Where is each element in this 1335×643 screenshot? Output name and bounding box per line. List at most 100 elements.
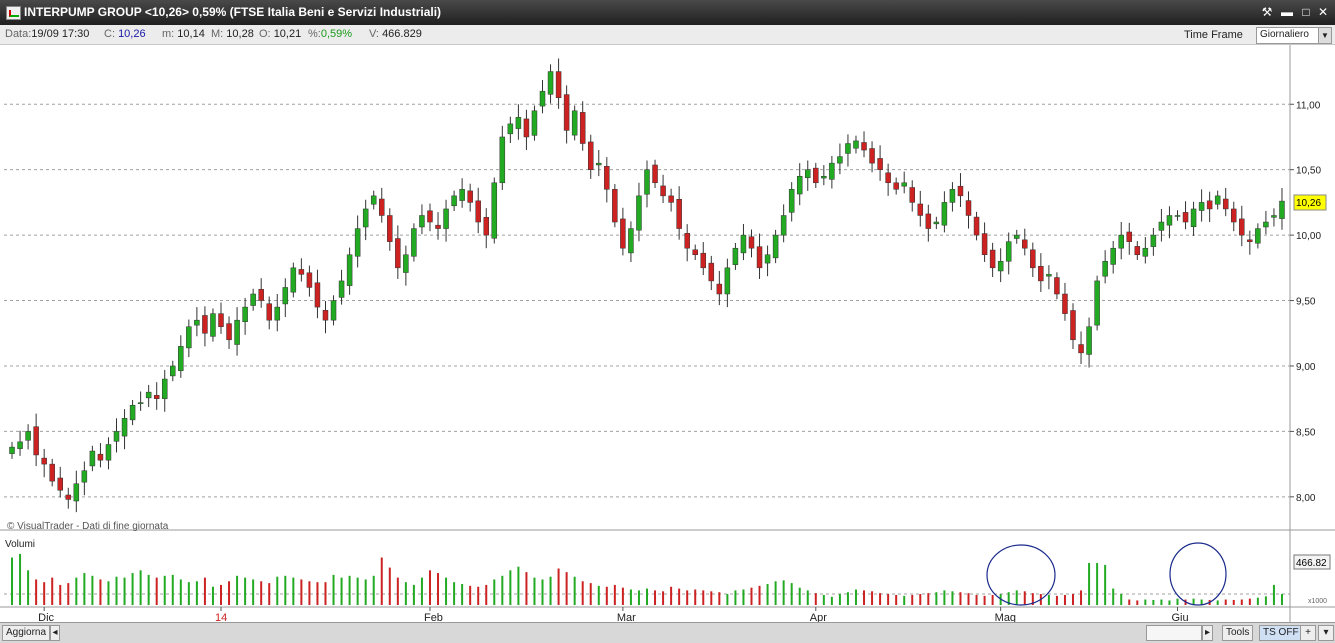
volume-bar <box>1104 564 1107 605</box>
volume-bar <box>1136 600 1139 605</box>
candle-body <box>57 477 63 491</box>
candle-body <box>1247 239 1253 242</box>
volume-bar <box>324 582 327 605</box>
candle-body <box>1030 249 1036 269</box>
volume-bar <box>1216 600 1219 605</box>
volume-bar <box>477 586 480 605</box>
volume-bar <box>445 577 448 605</box>
volume-bar <box>887 594 890 605</box>
candle-body <box>145 391 152 399</box>
volume-bar <box>1088 563 1091 605</box>
volume-bar <box>814 593 817 605</box>
scroll-right-button[interactable]: ▸ <box>1202 625 1213 641</box>
add-button[interactable]: + <box>1300 625 1316 641</box>
volume-bar <box>300 579 303 605</box>
volume-bar <box>220 584 222 605</box>
volume-bar <box>1112 588 1115 605</box>
volume-bar <box>718 592 721 605</box>
volume-bar <box>1168 600 1171 605</box>
x-tick-label: Mar <box>617 612 636 622</box>
close-button[interactable]: ✕ <box>1315 4 1331 20</box>
candle-body <box>137 402 144 404</box>
x-tick-label: Mag <box>995 612 1016 622</box>
candle-body <box>885 172 891 184</box>
volume-bar <box>911 594 914 605</box>
minimize-button[interactable]: ▬ <box>1279 4 1295 20</box>
candle-body <box>1038 266 1044 282</box>
volume-bar <box>211 586 214 605</box>
volume-multiplier: x1000 <box>1308 598 1327 605</box>
candle-body <box>901 182 907 187</box>
scroll-left-button[interactable]: ◂ <box>50 625 60 641</box>
volume-bar <box>742 589 745 605</box>
maximize-button[interactable]: □ <box>1298 4 1314 20</box>
chevron-down-icon[interactable]: ▼ <box>1318 28 1331 43</box>
candle-body <box>178 346 184 371</box>
ts-toggle-button[interactable]: TS OFF <box>1259 625 1303 641</box>
candle-body <box>748 236 755 249</box>
volume-bar <box>268 583 271 605</box>
candle-body <box>362 208 369 228</box>
volume-bar <box>1224 599 1227 605</box>
candle-body <box>81 470 88 483</box>
candle-body <box>170 365 176 377</box>
volume-bar <box>806 590 809 605</box>
volume-bar <box>613 584 616 605</box>
candle-body <box>1110 247 1116 265</box>
volume-bar <box>1096 563 1099 605</box>
volume-bar <box>428 570 431 605</box>
horizontal-scrollbar[interactable] <box>1146 625 1202 641</box>
volume-bar <box>35 579 38 605</box>
volume-bar <box>854 589 857 605</box>
volume-bar <box>694 589 697 605</box>
candle-body <box>764 254 771 264</box>
tools-icon[interactable]: ⚒ <box>1259 4 1275 20</box>
candle-body <box>708 262 715 282</box>
menu-button[interactable]: ▾ <box>1318 625 1334 641</box>
volume-bar <box>372 575 375 605</box>
candle-body <box>957 185 964 197</box>
candle-body <box>499 136 506 184</box>
volume-bar <box>967 593 970 605</box>
volume-bar <box>179 579 182 605</box>
timeframe-select[interactable]: Giornaliero ▼ <box>1256 27 1332 44</box>
candle-body <box>121 418 128 437</box>
volume-bar <box>533 577 536 605</box>
volume-bar <box>284 575 287 605</box>
refresh-button[interactable]: Aggiorna <box>2 625 51 641</box>
volume-bar <box>155 577 158 605</box>
volume-bar <box>469 585 472 605</box>
candle-body <box>153 395 160 399</box>
candle-body <box>813 167 819 184</box>
volume-bar <box>517 566 520 605</box>
candle-body <box>41 457 47 465</box>
x-tick-label: Apr <box>810 612 827 622</box>
candle-body <box>780 215 787 236</box>
price-chart[interactable]: 8,00 8,50 9,00 9,50 10,00 10,50 11,00 Dic 14 Feb M… <box>0 45 1335 622</box>
volume-bar <box>404 582 407 605</box>
volume-bar <box>123 577 126 605</box>
candle-body <box>218 313 224 327</box>
candle-body <box>547 71 554 95</box>
candle-body <box>202 315 208 334</box>
high-readout: M: 10,28 <box>211 28 254 40</box>
volume-bar <box>798 587 801 605</box>
y-tick-label: 8,50 <box>1296 427 1316 438</box>
candle-body <box>612 189 618 223</box>
candle-body <box>1239 218 1245 236</box>
candle-body <box>250 293 256 306</box>
volume-spike-circle-august <box>986 544 1056 606</box>
candle-body <box>628 228 634 254</box>
volume-bar <box>396 577 399 605</box>
candle-body <box>258 289 264 301</box>
candle-body <box>491 182 498 239</box>
volume-bar <box>493 579 496 605</box>
volume-bar <box>871 591 874 605</box>
candle-body <box>129 404 136 421</box>
tools-button[interactable]: Tools <box>1222 625 1254 641</box>
volume-bar <box>51 577 54 605</box>
candle-body <box>644 169 650 195</box>
candle-body <box>909 187 915 203</box>
candle-body <box>314 282 321 308</box>
volume-bar <box>1120 594 1123 605</box>
